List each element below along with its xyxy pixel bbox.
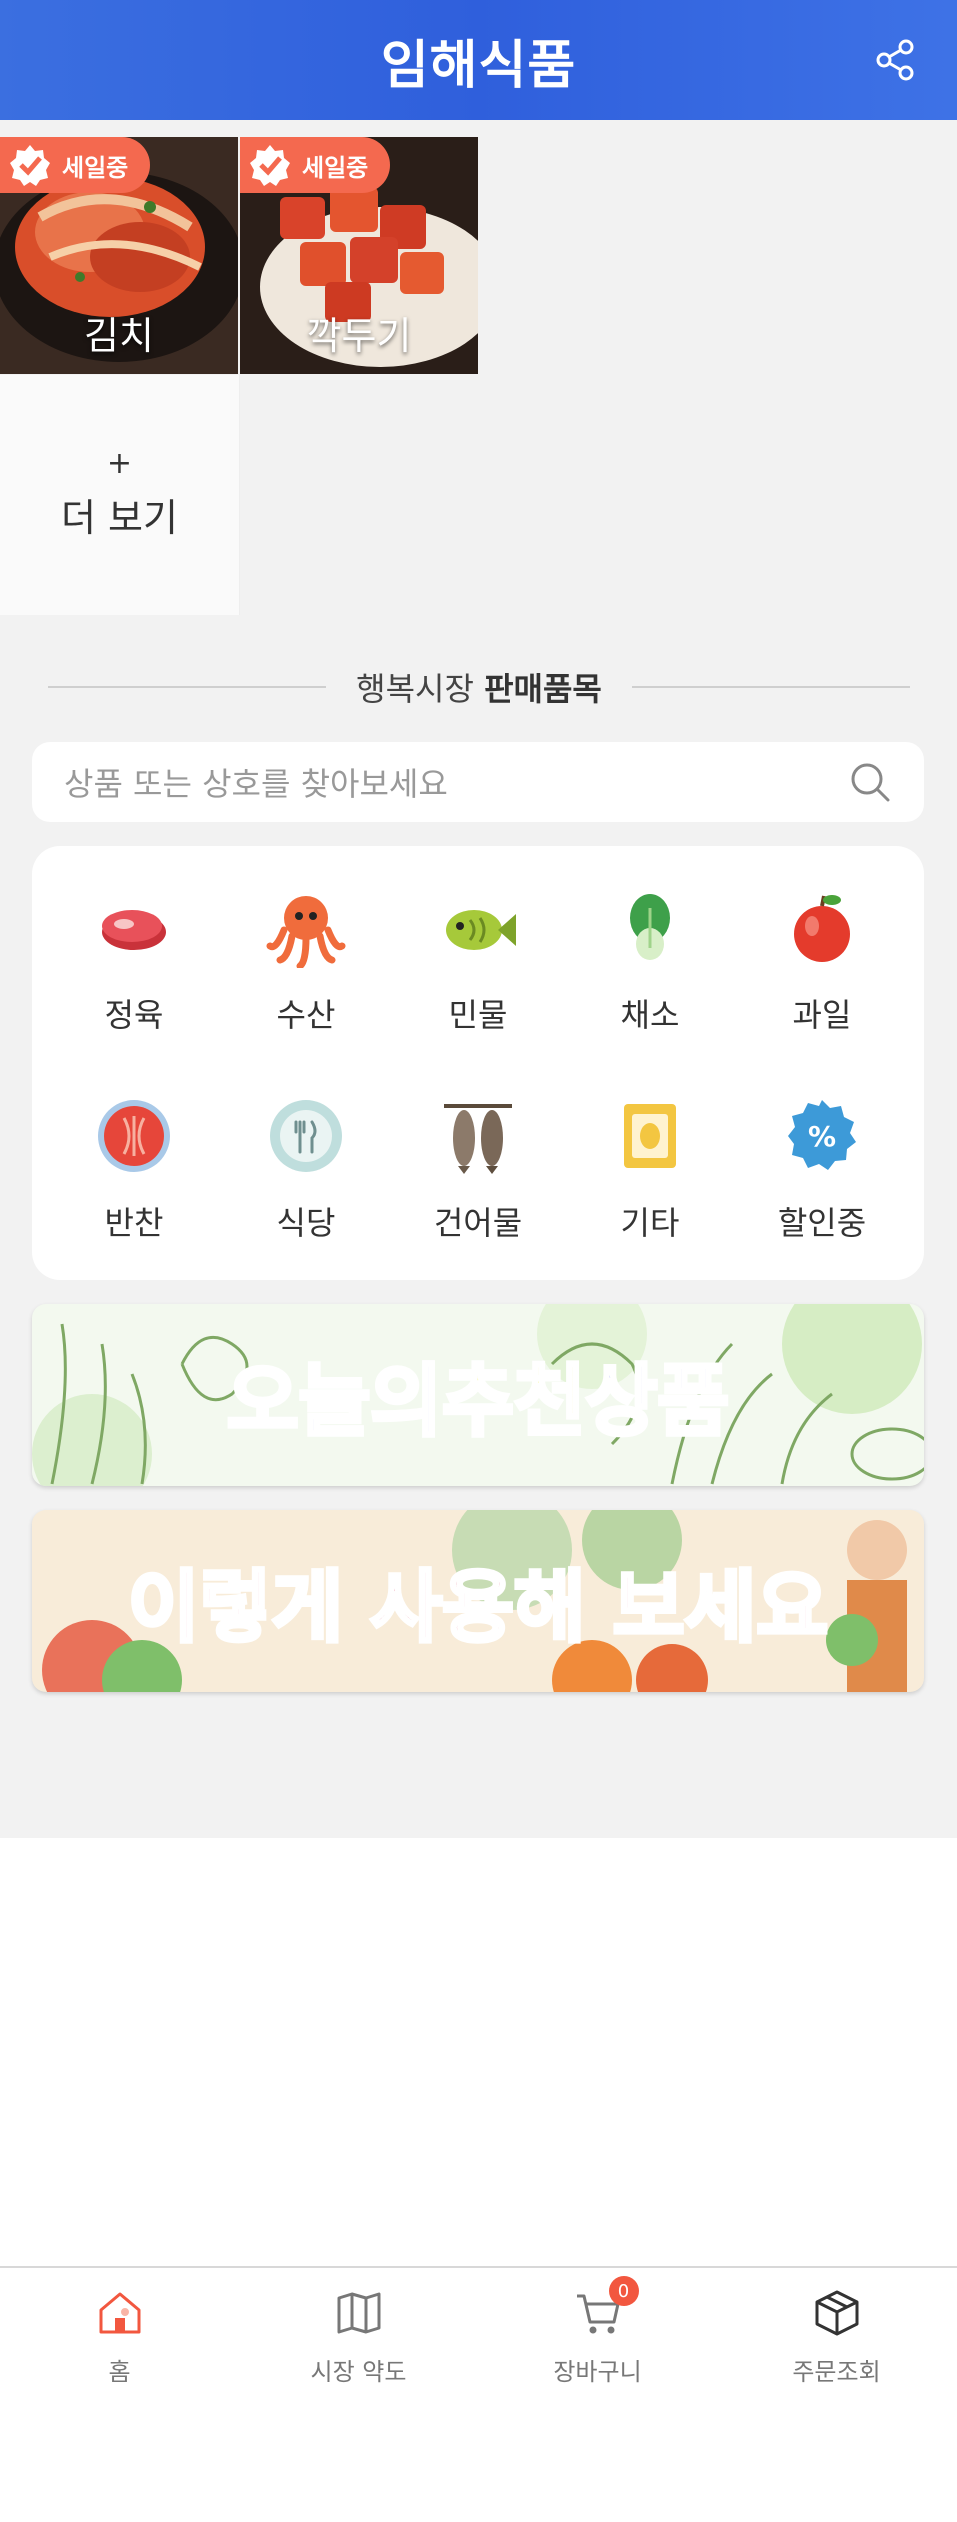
category-side-dish[interactable]: 반찬 <box>48 1096 220 1266</box>
sale-badge: 세일중 <box>240 137 391 193</box>
product-card-kimchi[interactable]: 세일중 김치 <box>0 137 238 374</box>
nav-label: 장바구니 <box>553 2358 642 2386</box>
category-discount[interactable]: % 할인중 <box>736 1096 908 1266</box>
meat-icon <box>102 910 166 950</box>
section-header: 행복시장 판매품목 <box>48 660 911 714</box>
sale-badge-label: 세일중 <box>302 153 369 182</box>
nav-cart[interactable]: 0 장바구니 <box>478 2276 717 2387</box>
category-label: 정육 <box>104 996 164 1034</box>
more-label: 더 보기 <box>61 495 178 540</box>
category-label: 건어물 <box>433 1204 523 1242</box>
share-icon[interactable] <box>873 38 917 82</box>
apple-icon <box>794 895 850 962</box>
dried-fish-icon <box>444 1104 512 1174</box>
product-name: 깍두기 <box>306 314 412 358</box>
recommend-banner[interactable]: 오늘의 추천 상품 <box>32 1304 924 1486</box>
side-dish-icon <box>98 1100 170 1172</box>
howto-banner[interactable]: 이렇게 사용해 보세요 <box>32 1510 924 1692</box>
category-seafood[interactable]: 수산 <box>220 888 392 1058</box>
banner-text-highlight: 추천 <box>440 1355 588 1449</box>
howto-banner-text: 이렇게 사용해 보세요 <box>126 1561 830 1655</box>
octopus-icon <box>266 896 346 968</box>
category-dried-fish[interactable]: 건어물 <box>392 1096 564 1266</box>
bottom-navigation: 홈 시장 약도 0 장바구니 주문조회 <box>0 2266 957 2396</box>
app-header: 임해식품 <box>0 0 957 120</box>
restaurant-icon <box>270 1100 342 1172</box>
category-label: 민물 <box>448 996 508 1034</box>
category-label: 채소 <box>620 996 680 1034</box>
box-icon <box>815 2290 858 2336</box>
section-title-bold: 판매품목 <box>484 670 602 708</box>
category-label: 식당 <box>276 1204 336 1242</box>
search-input[interactable]: 상품 또는 상호를 찾아보세요 <box>32 742 924 822</box>
category-etc[interactable]: 기타 <box>564 1096 736 1266</box>
category-label: 할인중 <box>777 1204 867 1242</box>
category-meat[interactable]: 정육 <box>48 888 220 1058</box>
svg-text:%: % <box>808 1120 836 1153</box>
more-button[interactable]: + 더 보기 <box>0 375 240 615</box>
page-title: 임해식품 <box>380 35 577 96</box>
etc-icon <box>624 1104 676 1168</box>
category-label: 기타 <box>620 1204 680 1242</box>
category-freshwater[interactable]: 민물 <box>392 888 564 1058</box>
section-title: 행복시장 판매품목 <box>326 664 632 710</box>
divider <box>48 686 327 688</box>
sale-badge-label: 세일중 <box>62 153 129 182</box>
nav-home[interactable]: 홈 <box>0 2288 239 2387</box>
check-badge-icon <box>250 145 290 186</box>
home-icon <box>99 2292 140 2334</box>
category-vegetable[interactable]: 채소 <box>564 888 736 1058</box>
divider <box>631 686 911 688</box>
map-icon <box>337 2292 380 2334</box>
category-fruit[interactable]: 과일 <box>736 888 908 1058</box>
nav-market-map[interactable]: 시장 약도 <box>239 2288 478 2387</box>
nav-label: 홈 <box>108 2358 131 2386</box>
nav-label: 시장 약도 <box>310 2358 407 2386</box>
plus-icon: + <box>106 445 133 481</box>
banner-text-part: 상품 <box>584 1355 732 1449</box>
vegetable-icon <box>630 894 670 960</box>
product-card-kkakdugi[interactable]: 세일중 깍두기 <box>240 137 478 374</box>
category-restaurant[interactable]: 식당 <box>220 1096 392 1266</box>
category-label: 과일 <box>792 996 852 1034</box>
cart-icon-wrap: 0 <box>573 2276 639 2338</box>
sale-badge: 세일중 <box>0 137 151 193</box>
section-title-prefix: 행복시장 <box>356 670 474 708</box>
cart-count-badge: 0 <box>608 2276 639 2306</box>
search-placeholder: 상품 또는 상호를 찾아보세요 <box>64 765 448 803</box>
product-name: 김치 <box>84 314 154 358</box>
discount-icon: % <box>788 1100 856 1170</box>
category-grid: 정육 수산 민물 채소 과일 반찬 식당 건어물 기타 % 할인중 <box>32 846 924 1280</box>
banner-text-part: 오늘의 <box>225 1355 444 1449</box>
category-label: 반찬 <box>104 1204 164 1242</box>
fish-icon <box>446 910 516 950</box>
nav-order-lookup[interactable]: 주문조회 <box>717 2288 956 2387</box>
recommend-banner-text: 오늘의 추천 상품 <box>32 1304 924 1486</box>
search-icon[interactable] <box>848 760 892 804</box>
check-badge-icon <box>10 145 50 186</box>
nav-label: 주문조회 <box>792 2358 881 2386</box>
category-label: 수산 <box>276 996 336 1034</box>
